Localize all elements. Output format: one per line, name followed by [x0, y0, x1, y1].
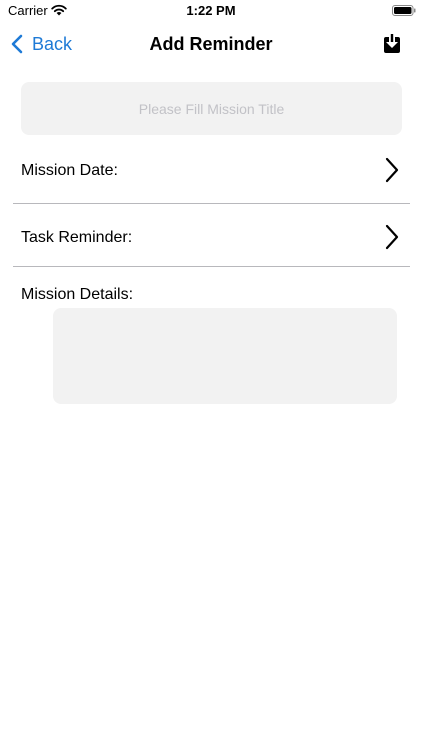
task-reminder-label: Task Reminder: [21, 229, 133, 246]
mission-date-row[interactable]: Mission Date: [13, 148, 410, 202]
mission-date-label: Mission Date: [21, 162, 118, 179]
page-title: Add Reminder [149, 34, 273, 54]
mission-title-input[interactable] [21, 82, 402, 135]
download-icon[interactable] [382, 33, 402, 55]
divider [13, 266, 410, 267]
clock: 1:22 PM [186, 3, 236, 18]
add-reminder-screen: Carrier 1:22 PM Back Add Reminder Mi [0, 0, 422, 750]
divider [13, 203, 410, 204]
status-bar: Carrier 1:22 PM [0, 0, 422, 22]
battery-icon [392, 5, 416, 16]
mission-details-textarea[interactable] [53, 308, 397, 404]
task-reminder-row[interactable]: Task Reminder: [13, 214, 410, 266]
mission-details-label: Mission Details: [21, 286, 134, 303]
chevron-right-icon [385, 224, 399, 250]
chevron-right-icon [385, 157, 399, 183]
navigation-bar: Back Add Reminder [0, 22, 422, 66]
